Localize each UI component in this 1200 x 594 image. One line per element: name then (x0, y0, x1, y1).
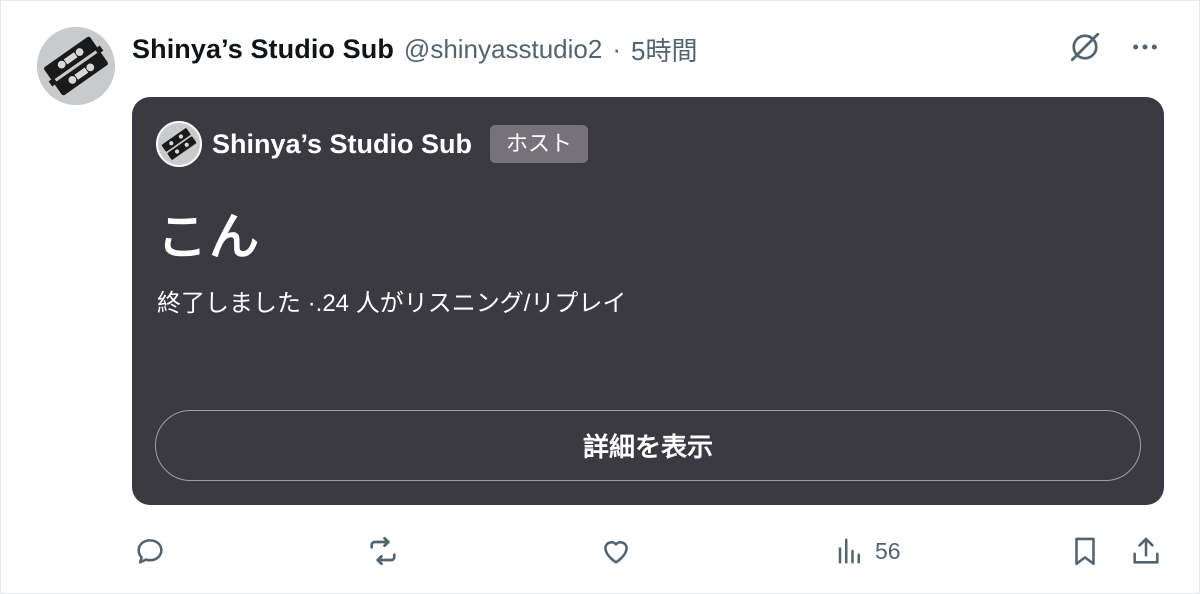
separator: · (612, 33, 621, 64)
reply-icon (137, 539, 163, 564)
space-status: 終了しました ·.24 人がリスニング/リプレイ (157, 290, 627, 317)
host-avatar (156, 121, 202, 167)
post-time[interactable]: 5時間 (631, 31, 697, 68)
post-header: Shinya’s Studio Sub @shinyasstudio2 · 5時… (132, 31, 697, 67)
host-name: Shinya’s Studio Sub (212, 128, 473, 159)
bookmark-button[interactable] (1068, 527, 1102, 575)
header-actions (1067, 29, 1161, 65)
display-name[interactable]: Shinya’s Studio Sub (132, 34, 394, 65)
views-count: 56 (875, 537, 901, 564)
like-icon (604, 541, 628, 564)
post-card[interactable]: Shinya’s Studio Sub @shinyasstudio2 · 5時… (0, 0, 1200, 594)
space-host: Shinya’s Studio Sub ホスト (156, 121, 589, 167)
repost-icon (370, 536, 396, 566)
host-badge: ホスト (490, 125, 589, 163)
repost-button[interactable] (365, 527, 401, 575)
action-bar: 56 (1, 527, 1200, 575)
bookmark-icon (1075, 537, 1095, 566)
share-button[interactable] (1129, 527, 1163, 575)
share-icon (1133, 537, 1159, 564)
avatar[interactable] (37, 27, 115, 105)
cassette-logo-icon (37, 27, 115, 105)
like-button[interactable] (599, 527, 633, 575)
views-icon (838, 538, 860, 564)
view-details-button[interactable]: 詳細を表示 (155, 410, 1141, 481)
space-card[interactable]: Shinya’s Studio Sub ホスト こん 終了しました ·.24 人… (132, 97, 1164, 505)
reply-button[interactable] (133, 527, 167, 575)
more-icon[interactable] (1129, 31, 1161, 63)
grok-icon[interactable] (1067, 29, 1103, 65)
views-button[interactable]: 56 (835, 527, 901, 575)
space-title: こん (157, 209, 261, 265)
user-handle[interactable]: @shinyasstudio2 (404, 34, 602, 65)
cassette-logo-icon (158, 123, 200, 165)
